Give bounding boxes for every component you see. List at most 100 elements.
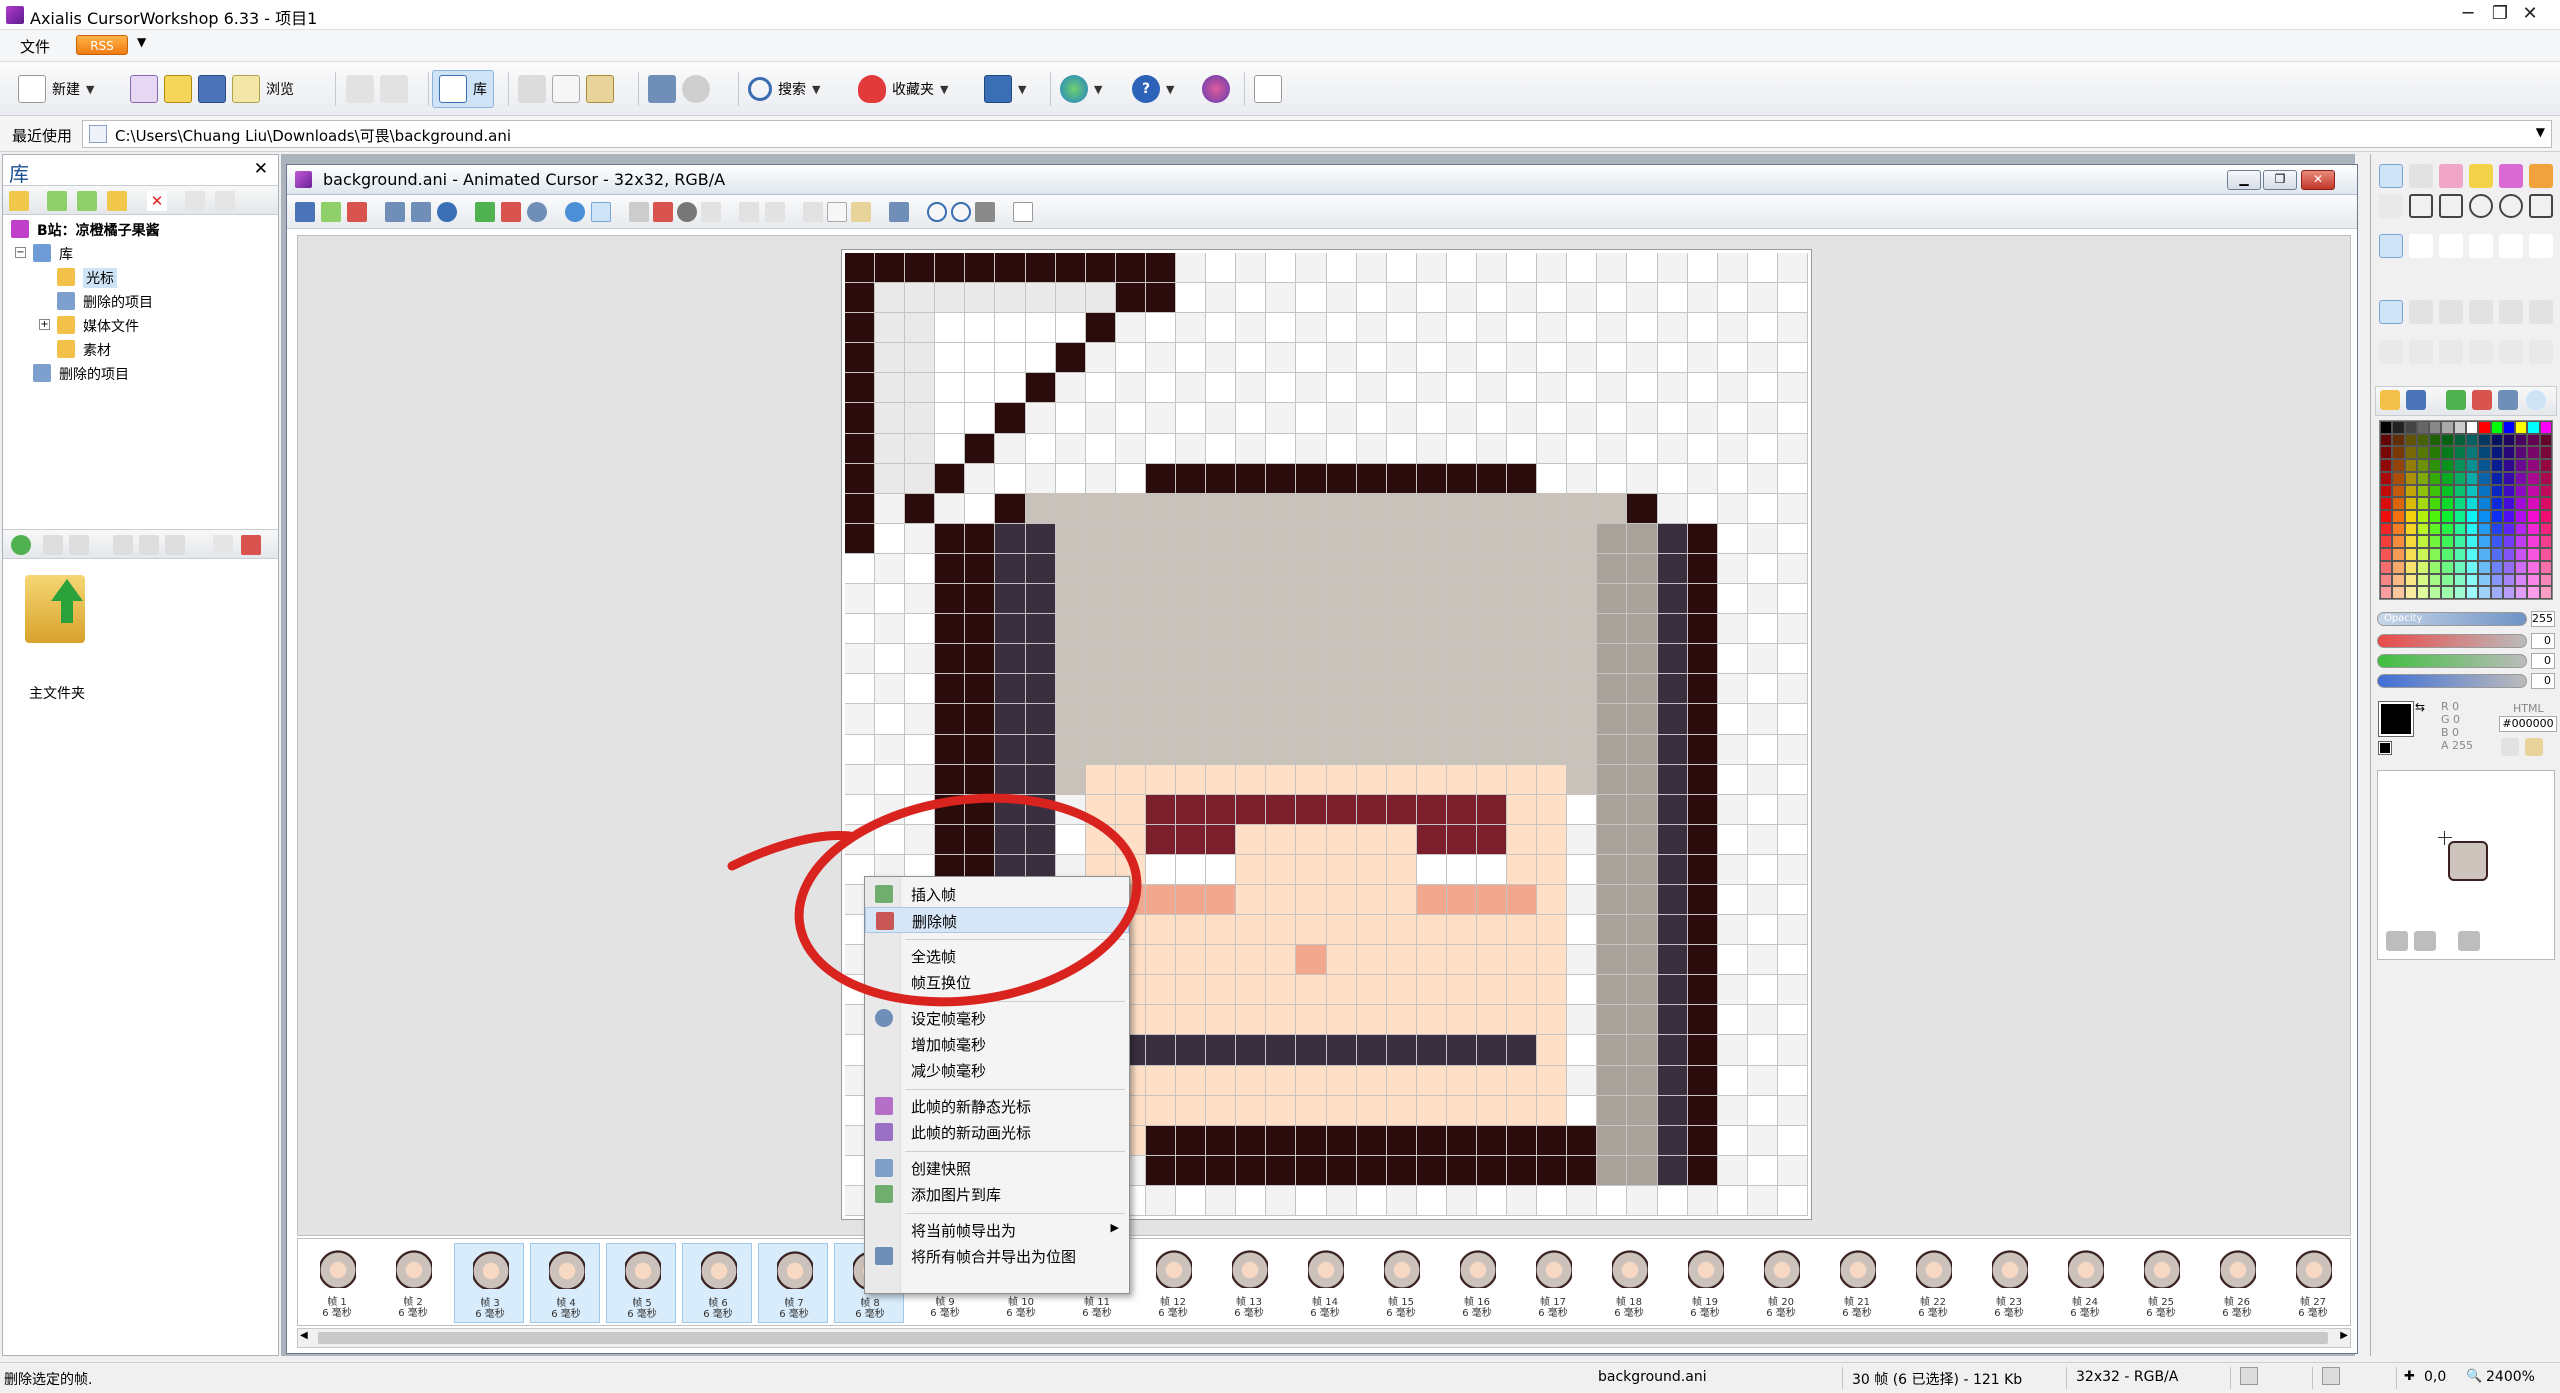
recent-dropdown-icon[interactable]: ▼	[2536, 125, 2545, 139]
library-close-icon[interactable]: ✕	[254, 159, 268, 179]
delete-color-icon[interactable]	[2472, 390, 2492, 410]
doc-minimize-button[interactable]: ▁	[2227, 170, 2261, 190]
scroll-thumb[interactable]	[318, 1332, 2328, 1344]
save-icon[interactable]	[198, 75, 226, 103]
update-button[interactable]	[1196, 70, 1236, 108]
move-icon[interactable]	[107, 191, 127, 211]
redo-icon[interactable]	[765, 202, 785, 222]
project-icon[interactable]	[130, 75, 158, 103]
redo-icon[interactable]	[380, 75, 408, 103]
rss-button[interactable]: RSS	[76, 35, 128, 55]
display-button[interactable]: ▼	[978, 70, 1032, 108]
properties-icon[interactable]	[185, 191, 205, 211]
paste-icon[interactable]	[586, 75, 614, 103]
brush-size-4-icon[interactable]	[2469, 234, 2493, 258]
transparent-icon[interactable]	[653, 202, 673, 222]
filled-rect-tool-icon[interactable]	[2439, 194, 2463, 218]
check-button[interactable]	[1248, 70, 1288, 108]
library-toggle-button[interactable]: 库	[432, 70, 494, 108]
preview-pause-icon[interactable]	[2458, 931, 2480, 951]
menu-add-image-to-library[interactable]: 添加图片到库	[865, 1181, 1129, 1207]
new-dropdown-icon[interactable]: ▼	[86, 83, 94, 96]
rss-dropdown-icon[interactable]: ▼	[137, 35, 146, 49]
web-dropdown-icon[interactable]: ▼	[1094, 83, 1102, 96]
settings-icon[interactable]	[682, 75, 710, 103]
rotate-tool-icon[interactable]	[2409, 340, 2433, 364]
blend-mode-4-icon[interactable]	[2469, 300, 2493, 324]
find-icon[interactable]	[215, 191, 235, 211]
frame-thumbnail[interactable]: 帧 25 6 毫秒	[2126, 1243, 2196, 1323]
frame-thumbnail[interactable]: 帧 56 毫秒	[606, 1243, 676, 1323]
export-frames-icon[interactable]	[411, 202, 431, 222]
image-icon[interactable]	[889, 202, 909, 222]
scroll-right-icon[interactable]: ▶	[2340, 1330, 2348, 1341]
menu-delete-frame[interactable]: 删除帧	[865, 907, 1129, 933]
green-value[interactable]: 0	[2531, 653, 2555, 669]
ellipse-tool-icon[interactable]	[2469, 194, 2493, 218]
menu-export-all-frames-bitmap[interactable]: 将所有帧合并导出为位图	[865, 1243, 1129, 1269]
filled-ellipse-tool-icon[interactable]	[2499, 194, 2523, 218]
brush-size-6-icon[interactable]	[2529, 234, 2553, 258]
check-icon[interactable]	[1013, 202, 1033, 222]
frame-thumbnail[interactable]: 帧 16 6 毫秒	[1442, 1243, 1512, 1323]
favorites-button[interactable]: 收藏夹 ▼	[852, 70, 954, 108]
browse-label[interactable]: 浏览	[266, 79, 294, 99]
open-palette-icon[interactable]	[2380, 390, 2400, 410]
frame-thumbnail[interactable]: 帧 23 6 毫秒	[1974, 1243, 2044, 1323]
close-button[interactable]: ✕	[2500, 0, 2560, 30]
opacity-value[interactable]: 255	[2531, 611, 2555, 627]
menu-swap-frames[interactable]: 帧互换位	[865, 969, 1129, 995]
round-rect-tool-icon[interactable]	[2529, 194, 2553, 218]
delete-icon[interactable]: ✕	[147, 191, 167, 211]
timer-icon[interactable]	[527, 202, 547, 222]
default-colors-icon[interactable]	[2378, 741, 2392, 755]
eraser-tool-icon[interactable]	[2439, 164, 2463, 188]
help-button[interactable]: ? ▼	[1126, 70, 1180, 108]
blend-mode-3-icon[interactable]	[2439, 300, 2463, 324]
blend-mode-2-icon[interactable]	[2409, 300, 2433, 324]
palette-options-icon[interactable]	[2498, 390, 2518, 410]
frame-thumbnail[interactable]: 帧 27 6 毫秒	[2278, 1243, 2348, 1323]
grid-icon[interactable]	[629, 202, 649, 222]
select-icon[interactable]	[591, 202, 611, 222]
frame-thumbnail[interactable]: 帧 20 6 毫秒	[1746, 1243, 1816, 1323]
frame-thumbnail[interactable]: 帧 16 毫秒	[302, 1243, 372, 1323]
frame-thumbnail[interactable]: 帧 17 6 毫秒	[1518, 1243, 1588, 1323]
add-item-icon[interactable]	[77, 191, 97, 211]
fill-tool-icon[interactable]	[2529, 164, 2553, 188]
display-dropdown-icon[interactable]: ▼	[1018, 83, 1026, 96]
pencil-tool-icon[interactable]	[2469, 164, 2493, 188]
web-button[interactable]: ▼	[1054, 70, 1108, 108]
open-folder-icon[interactable]	[164, 75, 192, 103]
frame-thumbnail[interactable]: 帧 36 毫秒	[454, 1243, 524, 1323]
text-tool-icon[interactable]	[2469, 340, 2493, 364]
folder-up-icon[interactable]	[9, 191, 29, 211]
opacity-slider[interactable]: Opacity	[2377, 612, 2527, 626]
import-icon[interactable]	[139, 535, 159, 555]
search-button[interactable]: 搜索 ▼	[742, 70, 826, 108]
frames-icon[interactable]	[385, 202, 405, 222]
menu-new-static-cursor[interactable]: 此帧的新静态光标	[865, 1093, 1129, 1119]
swap-colors-icon[interactable]: ⇆	[2415, 700, 2425, 714]
eyedropper-tool-icon[interactable]	[2409, 164, 2433, 188]
brush-size-5-icon[interactable]	[2499, 234, 2523, 258]
preview-zoom-icon[interactable]	[2414, 931, 2436, 951]
frame-thumbnail[interactable]: 帧 24 6 毫秒	[2050, 1243, 2120, 1323]
lasso-tool-icon[interactable]	[2379, 340, 2403, 364]
doc-restore-button[interactable]: ❐	[2263, 170, 2297, 190]
brush-tool-icon[interactable]	[2499, 164, 2523, 188]
copy-icon[interactable]	[552, 75, 580, 103]
select-tool-icon[interactable]	[2379, 164, 2403, 188]
green-slider[interactable]	[2377, 654, 2527, 668]
save-icon[interactable]	[295, 202, 315, 222]
expand-icon[interactable]: +	[39, 319, 50, 330]
recent-path-combobox[interactable]: C:\Users\Chuang Liu\Downloads\可畏\backgro…	[82, 120, 2552, 148]
layer-icon[interactable]	[701, 202, 721, 222]
frame-thumbnail[interactable]: 帧 13 6 毫秒	[1214, 1243, 1284, 1323]
paste-icon[interactable]	[851, 202, 871, 222]
add-color-icon[interactable]	[2446, 390, 2466, 410]
doc-close-button[interactable]: ✕	[2301, 170, 2335, 190]
menu-new-animated-cursor[interactable]: 此帧的新动画光标	[865, 1119, 1129, 1145]
add-frame-icon[interactable]	[321, 202, 341, 222]
red-slider[interactable]	[2377, 634, 2527, 648]
